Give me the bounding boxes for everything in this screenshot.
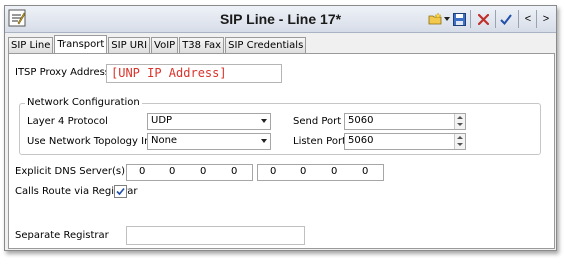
- spin-up-icon: [457, 116, 463, 119]
- toolbar-separator: [518, 10, 519, 28]
- tab-strip: SIP Line Transport SIP URI VoIP T38 Fax …: [8, 35, 307, 54]
- itsp-proxy-value: [UNP IP Address]: [111, 66, 227, 80]
- delete-button[interactable]: [476, 10, 490, 28]
- network-configuration-group: Network Configuration Layer 4 Protocol U…: [19, 97, 541, 155]
- ip-octet: 0: [270, 166, 277, 177]
- ip-octet: 0: [331, 166, 338, 177]
- dns-server-1-field[interactable]: 0 0 0 0: [126, 164, 253, 181]
- network-topology-select[interactable]: None: [147, 133, 271, 150]
- ip-octet: 0: [362, 166, 369, 177]
- spin-up-icon: [457, 136, 463, 139]
- ip-octet: 0: [169, 166, 176, 177]
- tab-sip-credentials[interactable]: SIP Credentials: [225, 37, 307, 53]
- layer4-protocol-value: UDP: [151, 115, 173, 126]
- save-icon: [452, 12, 466, 26]
- window-title: SIP Line - Line 17*: [219, 11, 342, 27]
- checkmark-icon: [500, 13, 512, 25]
- toolbar-separator: [536, 10, 537, 28]
- new-dropdown-button[interactable]: [443, 10, 450, 28]
- previous-button[interactable]: <: [522, 10, 534, 28]
- new-folder-button[interactable]: [428, 10, 442, 28]
- ip-octet: 0: [300, 166, 307, 177]
- layer4-protocol-label: Layer 4 Protocol: [27, 116, 108, 127]
- send-port-value: 5060: [348, 115, 374, 126]
- toolbar-separator: [470, 10, 471, 28]
- itsp-proxy-field[interactable]: [UNP IP Address]: [106, 64, 282, 83]
- new-folder-icon: [428, 12, 442, 25]
- separate-registrar-input[interactable]: [126, 226, 305, 245]
- save-button[interactable]: [452, 10, 466, 28]
- listen-port-stepper[interactable]: 5060: [344, 133, 466, 150]
- itsp-proxy-label: ITSP Proxy Address: [15, 67, 111, 78]
- tab-transport[interactable]: Transport: [54, 35, 108, 53]
- tab-t38-fax[interactable]: T38 Fax: [179, 37, 225, 53]
- separate-registrar-label: Separate Registrar: [15, 230, 109, 241]
- spin-buttons[interactable]: [454, 114, 465, 129]
- tab-sip-line[interactable]: SIP Line: [8, 37, 54, 53]
- transport-panel: ITSP Proxy Address [UNP IP Address] Netw…: [8, 53, 555, 249]
- calls-route-registrar-checkbox[interactable]: [114, 185, 127, 198]
- network-configuration-title: Network Configuration: [25, 97, 142, 108]
- chevron-down-icon: [261, 119, 267, 123]
- ip-octet: 0: [139, 166, 146, 177]
- spin-down-icon: [457, 143, 463, 146]
- dns-servers-label: Explicit DNS Server(s): [15, 166, 126, 177]
- spin-buttons[interactable]: [454, 134, 465, 149]
- tab-voip[interactable]: VoIP: [151, 37, 179, 53]
- checkmark-icon: [116, 187, 125, 196]
- delete-icon: [477, 13, 489, 25]
- next-button[interactable]: >: [540, 10, 552, 28]
- spin-down-icon: [457, 123, 463, 126]
- listen-port-label: Listen Port: [293, 136, 346, 147]
- sip-line-window: SIP Line - Line 17* < > SIP Line Transpo…: [4, 5, 557, 251]
- layer4-protocol-select[interactable]: UDP: [147, 113, 271, 130]
- toolbar-separator: [495, 10, 496, 28]
- chevron-down-icon: [261, 139, 267, 143]
- network-topology-value: None: [151, 135, 178, 146]
- ok-button[interactable]: [499, 10, 513, 28]
- dns-server-2-field[interactable]: 0 0 0 0: [257, 164, 384, 181]
- send-port-stepper[interactable]: 5060: [344, 113, 466, 130]
- tab-sip-uri[interactable]: SIP URI: [108, 37, 151, 53]
- chevron-down-icon: [443, 17, 450, 21]
- title-bar: SIP Line - Line 17* < >: [5, 6, 556, 33]
- network-topology-label: Use Network Topology Info: [27, 136, 161, 147]
- ip-octet: 0: [231, 166, 238, 177]
- listen-port-value: 5060: [348, 135, 374, 146]
- send-port-label: Send Port: [293, 116, 342, 127]
- ip-octet: 0: [200, 166, 207, 177]
